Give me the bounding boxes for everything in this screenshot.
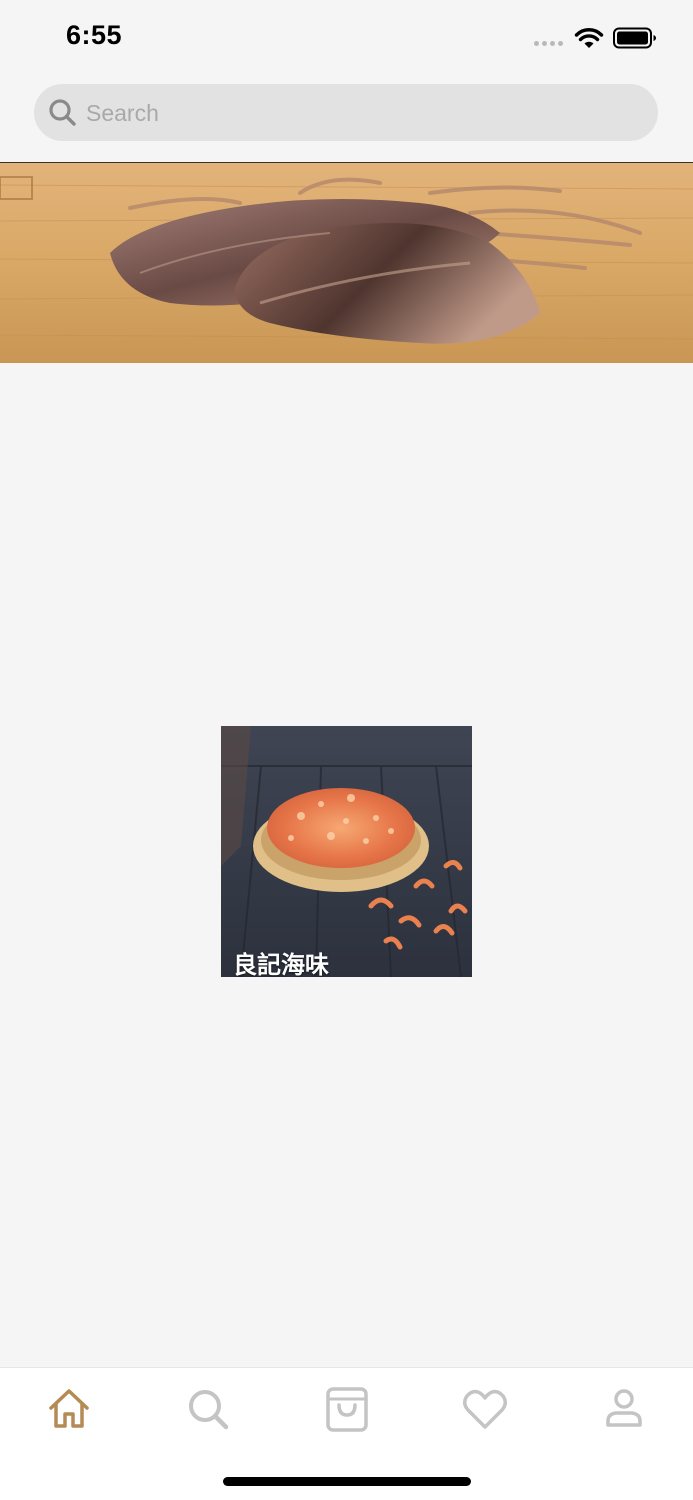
tab-cart[interactable] [323, 1385, 371, 1433]
status-time: 6:55 [66, 20, 123, 50]
search-input[interactable] [84, 93, 628, 134]
tab-profile[interactable] [600, 1385, 648, 1433]
dried-squid-image [0, 163, 693, 363]
search-icon [189, 1390, 229, 1430]
tab-search[interactable] [184, 1385, 232, 1433]
tab-home[interactable] [45, 1385, 93, 1433]
shopping-bag-icon [326, 1387, 368, 1432]
tab-favorites[interactable] [461, 1385, 509, 1433]
search-icon [49, 99, 76, 126]
profile-icon [606, 1389, 642, 1427]
home-indicator[interactable] [223, 1477, 471, 1486]
status-bar: 6:55 [0, 0, 693, 76]
wifi-icon [574, 28, 604, 48]
product-card[interactable]: 良記海味 [221, 726, 472, 977]
cellular-signal-icon [534, 41, 563, 46]
banner-image[interactable] [0, 162, 693, 363]
search-bar[interactable] [34, 84, 658, 141]
battery-icon [613, 27, 656, 49]
product-title: 良記海味 [233, 951, 329, 977]
dried-shrimp-image [221, 726, 472, 977]
home-icon [49, 1389, 89, 1428]
heart-icon [463, 1389, 507, 1429]
